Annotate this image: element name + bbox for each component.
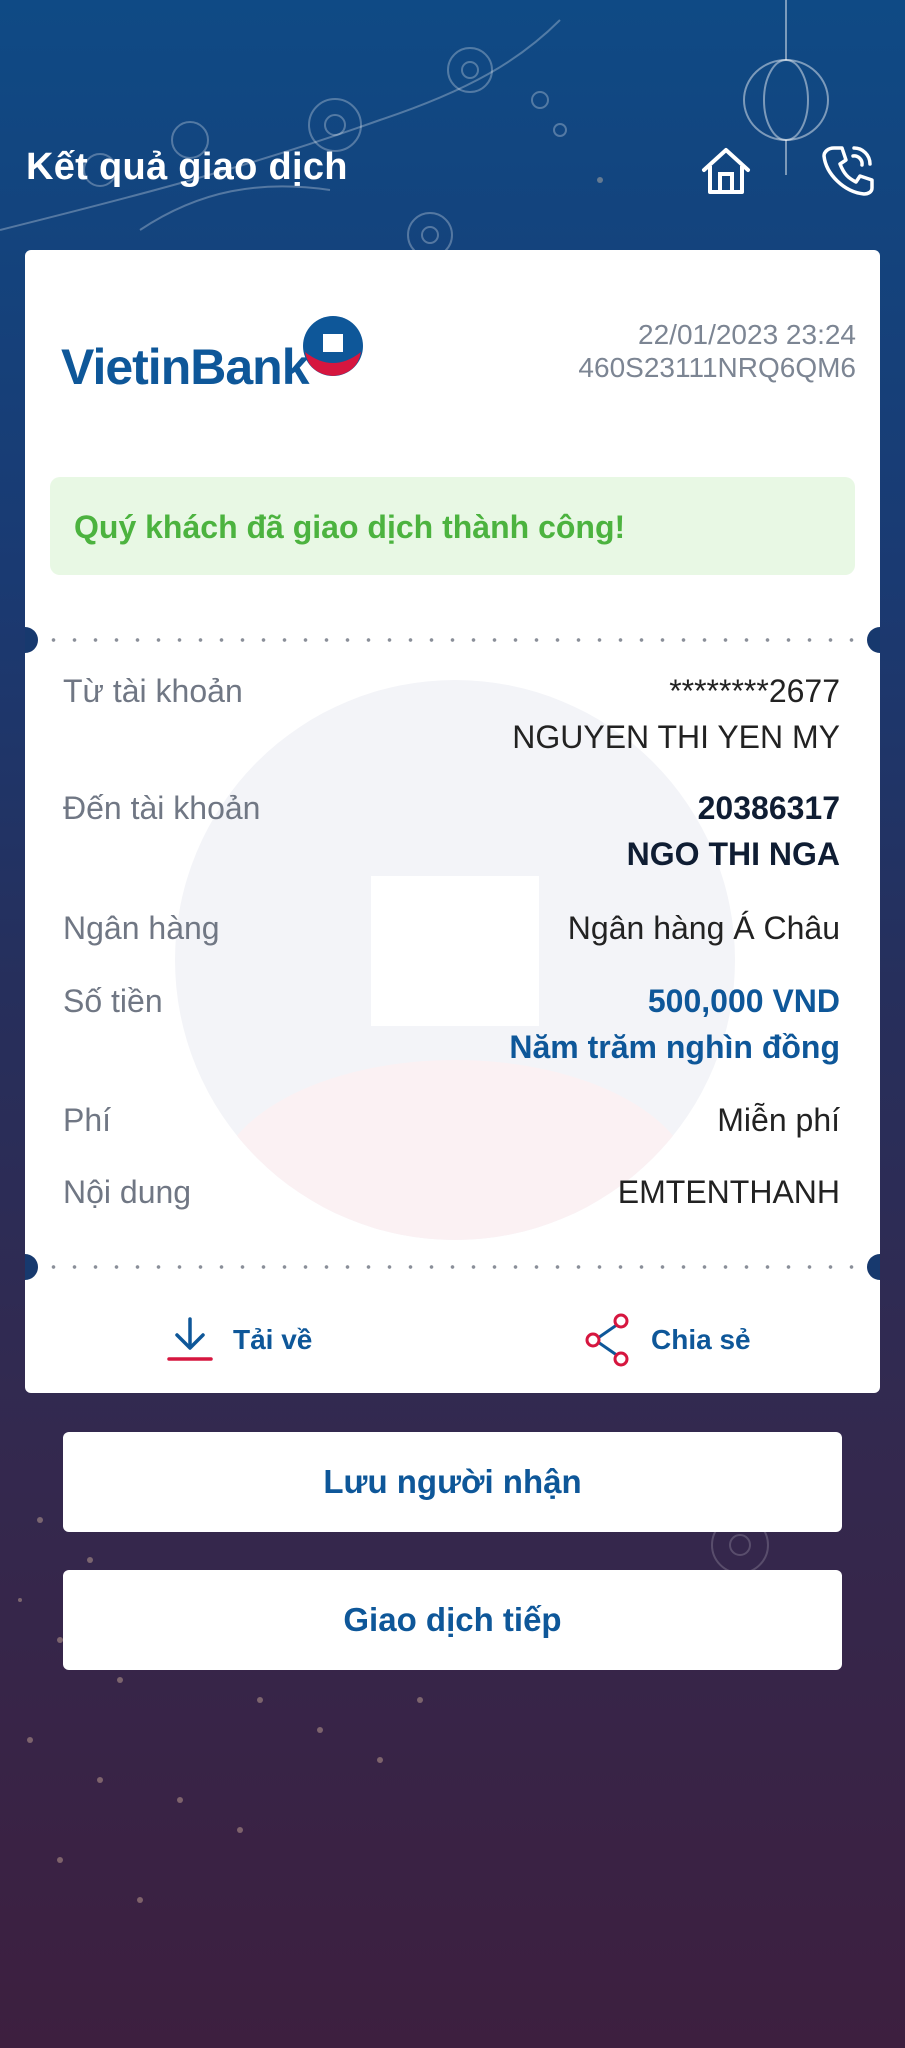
dotted-divider xyxy=(43,1265,863,1269)
transaction-meta: 22/01/2023 23:24 460S23111NRQ6QM6 xyxy=(578,318,856,384)
content-label: Nội dung xyxy=(63,1174,192,1210)
ticket-notch-right xyxy=(867,1254,880,1280)
vietinbank-logo: VietinBank xyxy=(61,312,371,395)
watermark-logo xyxy=(175,680,735,1240)
home-button[interactable] xyxy=(696,140,756,200)
phone-icon xyxy=(822,146,874,196)
ticket-notch-left xyxy=(25,1254,38,1280)
bank-value: Ngân hàng Á Châu xyxy=(567,910,840,946)
success-banner: Quý khách đã giao dịch thành công! xyxy=(50,477,855,575)
bank-label: Ngân hàng xyxy=(63,910,220,946)
amount-in-words: Năm trăm nghìn đồng xyxy=(509,1029,840,1065)
save-recipient-button[interactable]: Lưu người nhận xyxy=(63,1432,842,1532)
home-icon xyxy=(702,148,750,194)
download-button[interactable]: Tải về xyxy=(165,1310,312,1370)
fee-value: Miễn phí xyxy=(717,1102,840,1138)
phone-button[interactable] xyxy=(818,140,878,200)
svg-text:VietinBank: VietinBank xyxy=(61,339,310,392)
amount-value: 500,000 VND xyxy=(647,983,840,1019)
success-message: Quý khách đã giao dịch thành công! xyxy=(74,509,626,545)
ticket-notch-right xyxy=(867,627,880,653)
app-header: Kết quả giao dịch xyxy=(0,140,905,200)
fee-label: Phí xyxy=(63,1102,112,1138)
share-label: Chia sẻ xyxy=(651,1324,751,1355)
new-transaction-button[interactable]: Giao dịch tiếp xyxy=(63,1570,842,1670)
from-account-number: ********2677 xyxy=(669,673,840,709)
transaction-datetime: 22/01/2023 23:24 xyxy=(638,319,856,350)
to-account-name: NGO THI NGA xyxy=(626,836,840,872)
receipt-card: VietinBank 22/01/2023 23:24 460S23111NRQ… xyxy=(25,250,880,1393)
ticket-notch-left xyxy=(25,627,38,653)
amount-label: Số tiền xyxy=(63,983,163,1019)
from-account-name: NGUYEN THI YEN MY xyxy=(512,719,840,755)
content-value: EMTENTHANH xyxy=(617,1174,840,1210)
share-button[interactable]: Chia sẻ xyxy=(583,1310,751,1370)
dotted-divider xyxy=(43,638,863,642)
share-icon xyxy=(585,1313,629,1367)
download-icon xyxy=(167,1317,213,1361)
to-account-number: 20386317 xyxy=(697,790,840,826)
to-account-label: Đến tài khoản xyxy=(63,790,261,826)
transaction-id: 460S23111NRQ6QM6 xyxy=(578,352,856,383)
from-account-label: Từ tài khoản xyxy=(63,673,243,709)
page-title: Kết quả giao dịch xyxy=(26,146,348,188)
download-label: Tải về xyxy=(233,1324,313,1355)
